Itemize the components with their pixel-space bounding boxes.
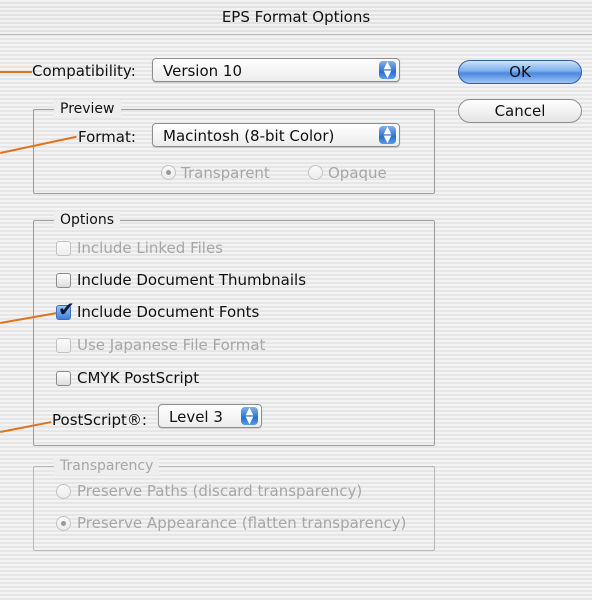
japanese-checkbox[interactable]: [56, 338, 71, 353]
linked-files-label: Include Linked Files: [77, 239, 223, 257]
japanese-label: Use Japanese File Format: [77, 336, 266, 354]
popup-arrows-icon: ▲ ▼: [241, 407, 258, 426]
cmyk-label: CMYK PostScript: [77, 369, 200, 387]
opaque-radio[interactable]: [308, 165, 323, 180]
postscript-level-popup[interactable]: Level 3 ▲ ▼: [158, 404, 262, 428]
transparent-label: Transparent: [181, 164, 270, 182]
ok-button[interactable]: OK: [458, 60, 582, 84]
preview-group-title: Preview: [54, 100, 121, 118]
popup-arrows-icon: ▲ ▼: [379, 126, 396, 145]
thumbnails-checkbox[interactable]: [56, 273, 71, 288]
preserve-paths-radio[interactable]: [56, 484, 71, 499]
format-value: Macintosh (8-bit Color): [163, 127, 335, 145]
format-popup[interactable]: Macintosh (8-bit Color) ▲ ▼: [152, 123, 400, 147]
compatibility-label: Compatibility:: [32, 62, 136, 80]
title-bar: EPS Format Options: [0, 0, 592, 35]
fonts-label: Include Document Fonts: [77, 303, 260, 321]
postscript-label: PostScript®:: [52, 411, 147, 429]
thumbnails-label: Include Document Thumbnails: [77, 271, 307, 289]
transparency-group-title: Transparency: [54, 457, 160, 475]
compatibility-value: Version 10: [163, 62, 243, 80]
preserve-appearance-label: Preserve Appearance (flatten transparenc…: [77, 514, 407, 532]
callout-line-compatibility: [0, 71, 32, 73]
preserve-paths-label: Preserve Paths (discard transparency): [77, 482, 363, 500]
format-label: Format:: [78, 128, 136, 146]
opaque-label: Opaque: [328, 164, 387, 182]
fonts-checkbox[interactable]: ✔: [56, 299, 75, 320]
cancel-button[interactable]: Cancel: [458, 99, 582, 123]
checkmark-icon: ✔: [58, 297, 75, 321]
radio-selected-dot: [61, 521, 66, 526]
radio-selected-dot: [166, 170, 171, 175]
transparency-group: Transparency: [33, 457, 435, 551]
compatibility-popup[interactable]: Version 10 ▲ ▼: [152, 58, 400, 82]
transparent-radio[interactable]: [161, 165, 176, 180]
cmyk-checkbox[interactable]: [56, 371, 71, 386]
popup-arrows-icon: ▲ ▼: [379, 61, 396, 80]
options-group-title: Options: [54, 211, 121, 229]
window-title: EPS Format Options: [221, 8, 371, 26]
linked-files-checkbox[interactable]: [56, 241, 71, 256]
preserve-appearance-radio[interactable]: [56, 516, 71, 531]
postscript-level-value: Level 3: [169, 408, 223, 426]
